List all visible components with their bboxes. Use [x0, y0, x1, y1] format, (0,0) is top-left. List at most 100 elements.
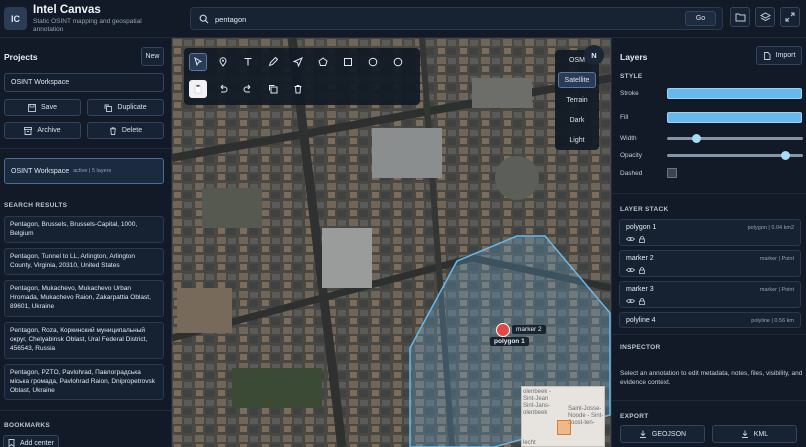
add-center-label: Add center	[20, 439, 54, 447]
layer-meta: marker | Point	[759, 256, 794, 262]
search-result-item[interactable]: Pentagon, Mukachevo, Mukachevo Urban Hro…	[4, 280, 164, 317]
layer-meta: polyline | 0.56 km	[751, 318, 794, 324]
polyline-tool[interactable]	[289, 53, 307, 71]
new-project-button[interactable]: New	[141, 47, 164, 66]
layers-icon	[759, 11, 771, 21]
fullscreen-button[interactable]	[780, 7, 800, 27]
opacity-slider-knob[interactable]	[781, 151, 791, 160]
redo-button[interactable]	[239, 80, 257, 98]
basemap-light[interactable]: Light	[558, 132, 596, 148]
project-list-item[interactable]: OSINT Workspace active | 5 layers	[4, 158, 164, 184]
lock-icon[interactable]	[639, 236, 645, 243]
export-geojson-button[interactable]: GEOJSON	[620, 425, 705, 443]
search-result-item[interactable]: Pentagon, Brussels, Brussels-Capital, 10…	[4, 216, 164, 243]
undo-button[interactable]	[214, 80, 232, 98]
rectangle-tool[interactable]	[339, 53, 357, 71]
search-result-item[interactable]: Pentagon, PZTO, Pavlohrad, Павлоградська…	[4, 364, 164, 400]
opacity-label: Opacity	[620, 152, 643, 159]
duplicate-button[interactable]: Duplicate	[87, 99, 164, 116]
open-project-button[interactable]	[730, 7, 750, 27]
marker-pin[interactable]	[496, 323, 510, 337]
dashed-checkbox[interactable]	[667, 168, 677, 178]
copy-icon	[269, 85, 278, 94]
add-center-button[interactable]: Add center	[3, 435, 59, 447]
divider	[612, 400, 806, 401]
divider	[0, 148, 171, 149]
width-slider[interactable]	[667, 134, 803, 143]
copy-button[interactable]	[264, 80, 282, 98]
eye-icon[interactable]	[626, 298, 635, 304]
style-title: STYLE	[620, 73, 643, 80]
divider	[0, 410, 171, 411]
undo-icon	[220, 84, 228, 93]
app-logo: IC	[4, 7, 27, 30]
trash-icon	[294, 85, 302, 94]
delete-tool-button[interactable]	[289, 80, 307, 98]
layer-name: polygon 1	[626, 224, 657, 231]
select-tool[interactable]	[189, 53, 207, 71]
opacity-slider[interactable]	[667, 151, 803, 160]
pencil-tool[interactable]	[264, 53, 282, 71]
north-indicator[interactable]: N	[584, 45, 604, 65]
top-bar: IC Intel Canvas Static OSINT mapping and…	[0, 0, 806, 38]
divider	[612, 334, 806, 335]
basemap-switcher: OSM Satellite Terrain Dark Light	[555, 50, 599, 150]
delete-button[interactable]: Delete	[87, 122, 164, 139]
search-icon	[199, 14, 209, 24]
clipboard-icon	[194, 85, 202, 94]
stroke-label: Stroke	[620, 90, 639, 97]
layer-item[interactable]: marker 2 marker | Point	[619, 250, 801, 277]
export-kml-button[interactable]: KML	[712, 425, 797, 443]
download-icon	[741, 430, 748, 438]
text-icon	[244, 57, 252, 66]
pin-icon	[219, 57, 227, 67]
layer-name: marker 3	[626, 286, 654, 293]
go-button[interactable]: Go	[685, 11, 716, 26]
app-title: Intel Canvas	[33, 4, 101, 16]
import-button[interactable]: Import	[756, 46, 802, 65]
lock-icon[interactable]	[639, 298, 645, 305]
layers-toggle-button[interactable]	[755, 7, 775, 27]
minimap[interactable]: olenbeek - Sint-Jean Sint-Jans- olenbeek…	[521, 386, 605, 447]
basemap-dark[interactable]: Dark	[558, 112, 596, 128]
layer-stack-title: LAYER STACK	[620, 206, 669, 213]
minimap-label: Noode - Sint-	[568, 413, 604, 419]
delete-label: Delete	[121, 127, 143, 134]
eye-icon[interactable]	[626, 236, 635, 242]
layer-name: marker 2	[626, 255, 654, 262]
layer-name: polyline 4	[626, 317, 656, 324]
save-label: Save	[41, 104, 57, 111]
right-sidebar: Layers Import STYLE Stroke Fill Width Op…	[611, 38, 806, 447]
archive-button[interactable]: Archive	[4, 122, 81, 139]
circle-icon	[368, 57, 378, 67]
stroke-color-swatch[interactable]	[667, 88, 802, 99]
layer-item[interactable]: polygon 1 polygon | 0.04 km2	[619, 219, 801, 246]
save-button[interactable]: Save	[4, 99, 81, 116]
fill-color-swatch[interactable]	[667, 112, 802, 123]
text-tool[interactable]	[239, 53, 257, 71]
basemap-satellite[interactable]: Satellite	[558, 72, 596, 88]
ring-tool[interactable]	[389, 53, 407, 71]
export-title: EXPORT	[620, 413, 649, 420]
polygon-tool[interactable]	[314, 53, 332, 71]
search-result-item[interactable]: Pentagon, Tunnel to LL, Arlington, Arlin…	[4, 248, 164, 275]
layer-item[interactable]: polyline 4 polyline | 0.56 km	[619, 312, 801, 328]
layer-item[interactable]: marker 3 marker | Point	[619, 281, 801, 308]
search-result-item[interactable]: Pentagon, Roza, Коркинский муниципальный…	[4, 322, 164, 359]
minimap-viewport[interactable]	[557, 420, 571, 435]
circle-tool[interactable]	[364, 53, 382, 71]
circle-outline-icon	[393, 57, 403, 67]
app-subtitle: Static OSINT mapping and geospatial anno…	[33, 18, 142, 33]
search-results-title: SEARCH RESULTS	[4, 202, 68, 209]
pin-tool[interactable]	[214, 53, 232, 71]
width-slider-knob[interactable]	[692, 134, 702, 143]
lock-icon[interactable]	[639, 267, 645, 274]
divider	[612, 193, 806, 194]
map-canvas[interactable]: marker 2 polygon 1 OSM Satellite Terrain…	[172, 38, 611, 447]
search-input[interactable]	[215, 12, 635, 26]
project-name-field[interactable]: OSINT Workspace	[4, 73, 164, 92]
basemap-terrain[interactable]: Terrain	[558, 92, 596, 108]
minimap-label: Sint-Jans-	[523, 403, 551, 409]
clipboard-tool[interactable]	[189, 80, 207, 98]
eye-icon[interactable]	[626, 267, 635, 273]
